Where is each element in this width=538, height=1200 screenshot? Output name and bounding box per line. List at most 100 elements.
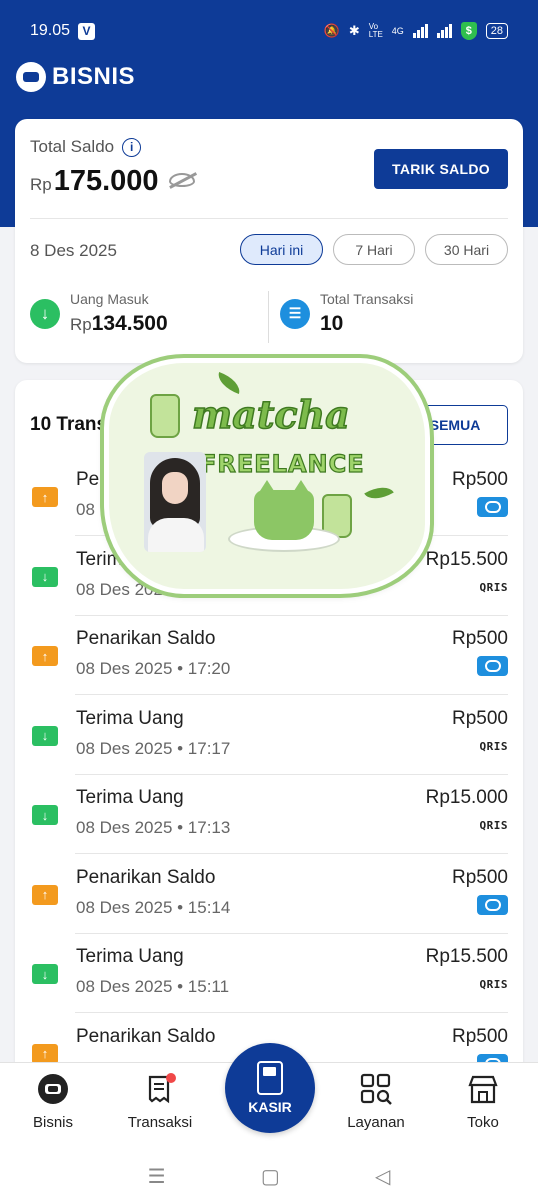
transaction-name: Terima Uang xyxy=(76,707,184,729)
photo-body xyxy=(148,518,204,552)
brand: BISNIS xyxy=(16,62,135,92)
transaction-row[interactable]: ↑ Penarikan Saldo 08 Des 2025 • 17:20 Rp500 xyxy=(15,616,523,695)
volte-icon: Vo LTE xyxy=(368,22,383,39)
nav-transaksi-label: Transaksi xyxy=(127,1114,193,1131)
withdraw-icon: ↑ xyxy=(32,1043,58,1064)
home-icon[interactable]: ▢ xyxy=(261,1164,280,1189)
matcha-freelance-sticker: matcha FREELANCE xyxy=(104,358,430,594)
transaction-row[interactable]: ↓ Terima Uang 08 Des 2025 • 17:17 Rp500 QRIS xyxy=(15,696,523,775)
filter-today[interactable]: Hari ini xyxy=(240,234,323,265)
transaction-name: Terima Uang xyxy=(76,946,184,967)
transaction-time: 08 Des 2025 • 17:17 xyxy=(76,738,231,758)
money-in-value: Rp134.500 xyxy=(70,312,168,336)
money-in-label: Uang Masuk xyxy=(70,291,149,307)
money-in-currency: Rp xyxy=(70,315,92,334)
transaction-amount: Rp15.000 xyxy=(425,787,508,808)
transaction-amount: Rp500 xyxy=(452,469,508,490)
signal-2-icon xyxy=(436,24,452,38)
menu-icon[interactable]: ☰ xyxy=(148,1164,166,1189)
tx-total-stat: ☰ Total Transaksi 10 xyxy=(280,291,413,336)
nav-toko-label: Toko xyxy=(467,1114,499,1131)
date-label: 8 Des 2025 xyxy=(30,241,117,260)
store-icon xyxy=(467,1073,499,1105)
transaction-amount: Rp500 xyxy=(452,866,508,888)
bisnis-logo-icon xyxy=(37,1073,69,1105)
transaction-row[interactable]: ↓ Terima Uang 08 Des 2025 • 15:11 Rp15.500 Q… xyxy=(15,934,523,1013)
receive-money-icon: ↓ xyxy=(32,805,58,825)
transaction-amount: Rp500 xyxy=(452,628,508,649)
nav-bisnis-label: Bisnis xyxy=(32,1114,73,1131)
nav-layanan-label: Layanan xyxy=(347,1114,405,1131)
transaction-name: Terima Uang xyxy=(76,787,184,808)
transaction-amount: Rp15.500 xyxy=(425,548,508,570)
transaction-amount: Rp500 xyxy=(452,1025,508,1047)
withdraw-button[interactable]: TARIK SALDO xyxy=(374,149,508,189)
document-icon: ☰ xyxy=(280,298,310,329)
transaction-time: 08 Des 2025 • 17:13 xyxy=(76,818,231,837)
transaction-time: 08 Des 2025 • 17:20 xyxy=(76,659,231,678)
transaction-time: 08 Des 2025 • 15:11 xyxy=(76,977,230,996)
kasir-button[interactable]: KASIR xyxy=(225,1043,315,1133)
saldo-value: Rp 175.000 xyxy=(30,165,195,198)
info-icon[interactable]: i xyxy=(122,137,142,157)
arrow-down-icon: ↓ xyxy=(30,298,60,329)
tx-total-label: Total Transaksi xyxy=(320,291,414,307)
nav-bisnis[interactable]: Bisnis xyxy=(8,1073,98,1131)
status-icons: 🔕 ✱ Vo LTE 4G $ 28 xyxy=(324,22,508,40)
bisnis-payment-icon xyxy=(477,497,508,517)
girl-photo xyxy=(144,452,206,552)
filter-7-days[interactable]: 7 Hari xyxy=(333,234,415,265)
nav-toko[interactable]: Toko xyxy=(438,1073,528,1131)
filter-30-days[interactable]: 30 Hari xyxy=(425,234,508,265)
saldo-currency: Rp xyxy=(30,175,52,194)
transaction-name: Penarikan Saldo xyxy=(76,866,216,888)
system-navigation: ☰ ▢ ◁ xyxy=(0,1152,538,1200)
network-type: 4G xyxy=(391,26,404,36)
mute-icon: 🔕 xyxy=(323,23,340,38)
balance-card: Total Saldo i Rp 175.000 TARIK SALDO 8 D… xyxy=(15,119,523,363)
saldo-label: Total Saldo xyxy=(30,137,115,156)
money-in-amount: 134.500 xyxy=(91,312,168,335)
battery-icon: 28 xyxy=(485,23,508,39)
pos-terminal-icon xyxy=(257,1061,283,1095)
eye-off-icon[interactable] xyxy=(168,173,195,187)
saldo-label-group: Total Saldo i xyxy=(30,137,142,157)
receive-money-icon: ↓ xyxy=(32,725,58,746)
photo-face xyxy=(162,472,188,504)
qris-logo-icon: QRIS xyxy=(479,819,508,832)
transaction-name: Penarikan Saldo xyxy=(76,628,216,649)
qris-logo-icon: QRIS xyxy=(479,580,508,594)
back-icon[interactable]: ◁ xyxy=(375,1164,390,1189)
qris-logo-icon: QRIS xyxy=(479,739,508,753)
nav-transaksi[interactable]: Transaksi xyxy=(115,1073,205,1131)
receipt-icon xyxy=(144,1073,176,1105)
status-time: 19.05 xyxy=(30,22,71,39)
v-app-icon: V xyxy=(78,22,96,40)
receive-money-icon: ↓ xyxy=(32,964,58,984)
transaction-amount: Rp15.500 xyxy=(425,946,508,967)
transaction-name: Penarikan Saldo xyxy=(76,1025,216,1047)
withdraw-icon: ↑ xyxy=(32,487,58,507)
status-time-group: 19.05 V xyxy=(30,22,96,40)
transaction-row[interactable]: ↑ Penarikan Saldo 08 Des 2025 • 15:14 Rp500 xyxy=(15,855,523,934)
kasir-label: KASIR xyxy=(248,1099,292,1115)
saldo-amount: 175.000 xyxy=(53,165,159,197)
withdraw-icon: ↑ xyxy=(32,646,58,666)
bisnis-logo-icon xyxy=(16,62,46,92)
stat-divider xyxy=(268,291,269,343)
grid-search-icon xyxy=(360,1073,392,1105)
transaction-time: 08 Des 2025 • 15:14 xyxy=(76,897,231,917)
bisnis-payment-icon xyxy=(477,894,508,915)
brand-name: BISNIS xyxy=(52,63,136,90)
transaction-row[interactable]: ↓ Terima Uang 08 Des 2025 • 17:13 Rp15.000 Q… xyxy=(15,775,523,854)
sticker-subtitle: FREELANCE xyxy=(199,449,365,478)
receive-money-icon: ↓ xyxy=(32,566,58,587)
nav-layanan[interactable]: Layanan xyxy=(331,1073,421,1131)
money-in-stat: ↓ Uang Masuk Rp134.500 xyxy=(30,291,168,336)
shield-money-icon: $ xyxy=(460,22,477,40)
transaction-amount: Rp500 xyxy=(452,707,508,729)
period-filters: Hari ini 7 Hari 30 Hari xyxy=(240,234,508,265)
matcha-cat-icon xyxy=(254,480,314,540)
sticker-title: matcha xyxy=(191,391,350,438)
matcha-bottle-icon xyxy=(150,394,180,438)
